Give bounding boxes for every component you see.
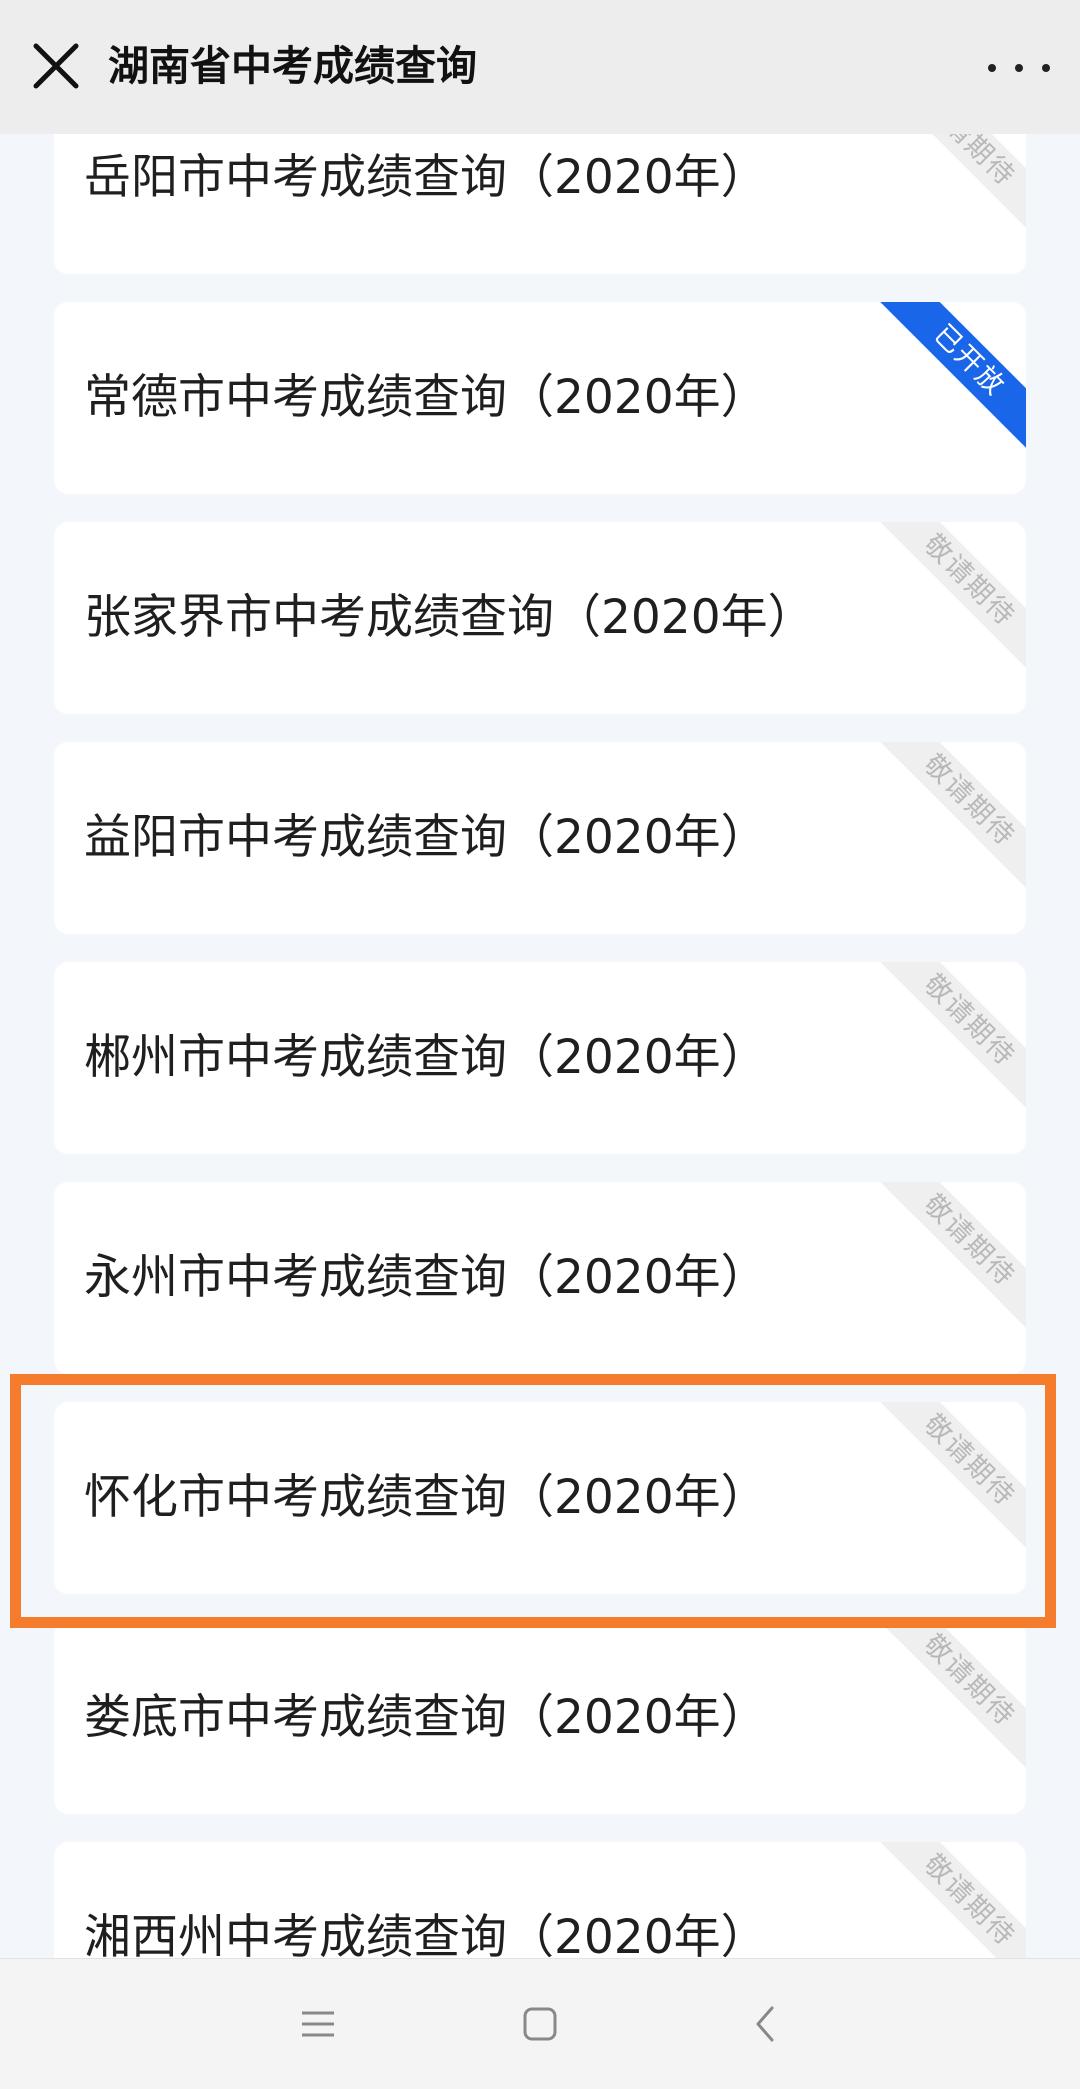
city-card-loudi[interactable]: 娄底市中考成绩查询（2020年） 敬请期待 (54, 1622, 1026, 1814)
status-ribbon: 敬请期待 (872, 1402, 1026, 1558)
city-list: 岳阳市中考成绩查询（2020年） 敬请期待 常德市中考成绩查询（2020年） 已… (0, 0, 1080, 1958)
status-ribbon: 敬请期待 (872, 1622, 1026, 1778)
back-button[interactable] (736, 1994, 796, 2054)
status-ribbon: 敬请期待 (872, 522, 1026, 678)
card-label: 永州市中考成绩查询（2020年） (84, 1250, 768, 1305)
status-ribbon: 敬请期待 (872, 742, 1026, 898)
card-label: 张家界市中考成绩查询（2020年） (84, 590, 815, 645)
status-ribbon: 敬请期待 (872, 1182, 1026, 1338)
city-card-xiangxi[interactable]: 湘西州中考成绩查询（2020年） 敬请期待 (54, 1842, 1026, 1958)
card-label: 郴州市中考成绩查询（2020年） (84, 1030, 768, 1085)
more-button[interactable] (984, 44, 1054, 92)
city-card-yongzhou[interactable]: 永州市中考成绩查询（2020年） 敬请期待 (54, 1182, 1026, 1374)
back-chevron-icon (756, 2006, 774, 2042)
city-card-chenzhou[interactable]: 郴州市中考成绩查询（2020年） 敬请期待 (54, 962, 1026, 1154)
close-icon (33, 43, 79, 89)
city-card-yiyang[interactable]: 益阳市中考成绩查询（2020年） 敬请期待 (54, 742, 1026, 934)
status-ribbon: 敬请期待 (872, 1842, 1026, 1958)
close-button[interactable] (30, 40, 82, 92)
system-nav-bar (0, 1958, 1080, 2089)
more-dots-icon (1042, 64, 1050, 72)
home-button[interactable] (510, 1994, 570, 2054)
card-label: 益阳市中考成绩查询（2020年） (84, 810, 768, 865)
home-square-icon (523, 2007, 557, 2041)
card-label: 娄底市中考成绩查询（2020年） (84, 1690, 768, 1745)
menu-icon (302, 2011, 334, 2037)
status-ribbon-open: 已开放 (872, 302, 1026, 458)
city-card-huaihua[interactable]: 怀化市中考成绩查询（2020年） 敬请期待 (54, 1402, 1026, 1594)
city-card-changde[interactable]: 常德市中考成绩查询（2020年） 已开放 (54, 302, 1026, 494)
card-label: 怀化市中考成绩查询（2020年） (84, 1470, 768, 1525)
more-dots-icon (1015, 64, 1023, 72)
more-dots-icon (988, 64, 996, 72)
header-bar: 湖南省中考成绩查询 (0, 0, 1080, 134)
city-card-zhangjiajie[interactable]: 张家界市中考成绩查询（2020年） 敬请期待 (54, 522, 1026, 714)
card-label: 常德市中考成绩查询（2020年） (84, 370, 768, 425)
page-title: 湖南省中考成绩查询 (108, 42, 477, 90)
menu-button[interactable] (288, 1994, 348, 2054)
card-label: 湘西州中考成绩查询（2020年） (84, 1910, 768, 1958)
status-ribbon: 敬请期待 (872, 962, 1026, 1118)
